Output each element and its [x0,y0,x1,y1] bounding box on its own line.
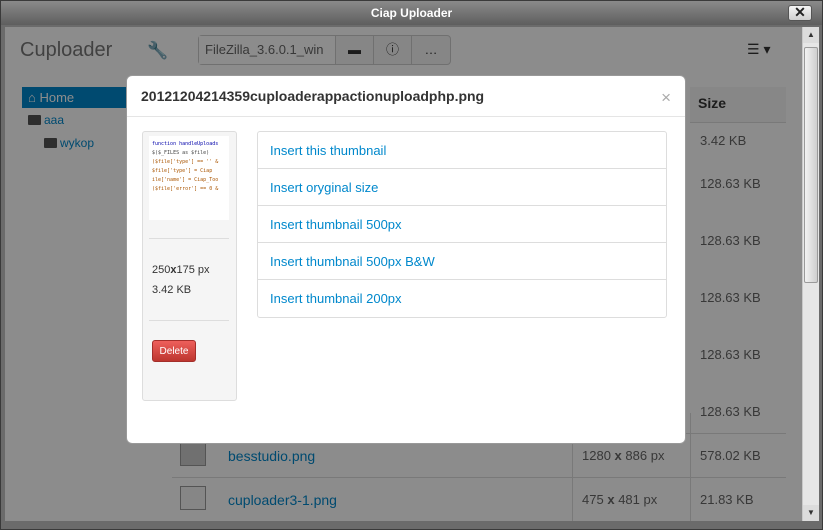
image-thumbnail[interactable]: function handleUploads $($_FILES as $fil… [149,136,229,220]
preview-divider [149,238,229,239]
preview-divider [149,320,229,321]
insert-this-thumbnail-option[interactable]: Insert this thumbnail [258,132,666,169]
insert-original-size-option[interactable]: Insert oryginal size [258,169,666,206]
window-close-button[interactable]: ✕ [788,5,812,21]
code-line: $file['type'] = Ciap [152,168,213,174]
vertical-scrollbar[interactable]: ▲ ▼ [802,27,819,521]
image-width: 250 [152,264,171,276]
app-window: Ciap Uploader ✕ Cuploader 🔧 FileZilla_3.… [0,0,823,530]
modal-title: 20121204214359cuploaderappactionuploadph… [141,88,485,104]
window-title: Ciap Uploader [370,6,453,20]
modal-divider [127,116,685,117]
insert-options-list: Insert this thumbnail Insert oryginal si… [257,131,667,318]
app-client-area: Cuploader 🔧 FileZilla_3.6.0.1_win ▬ ⓘ … … [5,27,802,521]
image-size: 3.42 KB [152,284,192,296]
scroll-down-arrow-icon[interactable]: ▼ [803,505,819,521]
scroll-up-arrow-icon[interactable]: ▲ [803,27,819,43]
code-line: ($file['error'] == 0 & [152,186,219,192]
insert-thumbnail-500-option[interactable]: Insert thumbnail 500px [258,206,666,243]
insert-thumbnail-200-option[interactable]: Insert thumbnail 200px [258,280,666,317]
insert-thumbnail-500-bw-option[interactable]: Insert thumbnail 500px B&W [258,243,666,280]
code-line: function handleUploads [152,141,219,147]
image-height: 175 px [176,264,210,276]
image-preview-panel: function handleUploads $($_FILES as $fil… [142,131,237,401]
scrollbar-thumb[interactable] [804,47,818,283]
image-dimensions: 250x175 px [152,264,210,276]
modal-close-button[interactable]: × [661,88,671,108]
delete-button[interactable]: Delete [152,340,196,362]
code-line: $($_FILES as $file) [152,150,210,156]
code-line: ($file['type'] == '' & [152,159,219,165]
window-titlebar: Ciap Uploader ✕ [1,1,822,25]
code-line: ile['name'] = Ciap_Too [152,177,219,183]
file-modal: 20121204214359cuploaderappactionuploadph… [126,75,686,444]
